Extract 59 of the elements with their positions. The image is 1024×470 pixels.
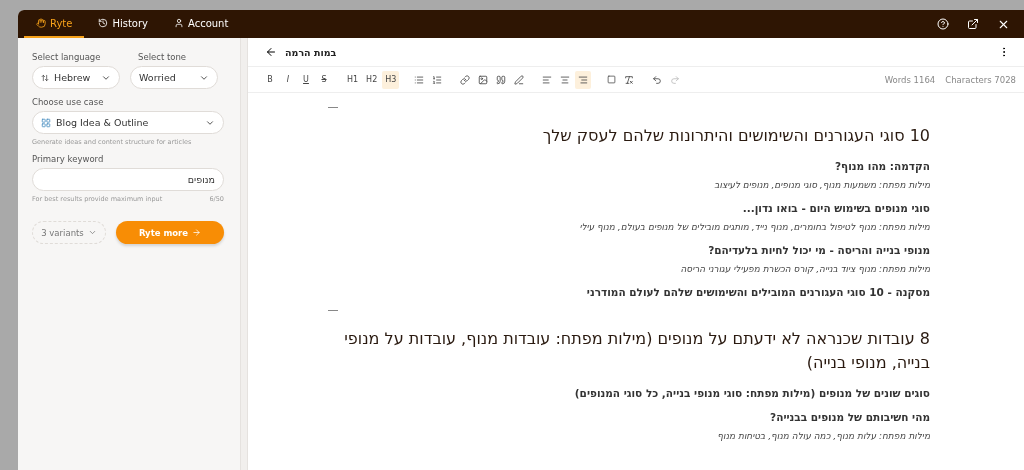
external-link-icon[interactable] — [967, 18, 979, 30]
scrollbar[interactable] — [240, 38, 248, 470]
heading-button[interactable]: H1 — [344, 70, 362, 89]
format-button[interactable]: U — [298, 70, 314, 89]
keywords-line: מילות מפתח: מנוף ציוד בנייה, קורס הכשרת מפעילי עגורני הריסה — [679, 264, 930, 274]
redo-icon — [670, 74, 681, 85]
subheading: מהי חשיבותם של מנופים בבנייה? — [769, 411, 930, 423]
arrow-right-icon — [192, 228, 202, 237]
subheading: סוגי מנופים בשימוש היום - בואו נדון... — [741, 202, 930, 214]
align-button[interactable] — [575, 70, 592, 89]
keywords-line: מילות מפתח: עלות מנוף, כמה עולה מנוף, בטיחות מנוף — [716, 431, 930, 441]
align-center-icon — [560, 74, 571, 85]
back-arrow-icon[interactable] — [265, 46, 277, 58]
subheading: מסקנה - 10 סוגי העגורנים המובילים והשימושים שלהם לעולם המודרני — [585, 286, 930, 298]
keyword-input[interactable]: מנופים — [32, 168, 224, 191]
use-case-select[interactable]: Blog Idea & Outline — [32, 111, 224, 134]
grid-icon — [41, 117, 51, 128]
image-icon — [478, 74, 489, 85]
quote-icon — [496, 74, 507, 85]
format-button[interactable]: B — [262, 70, 278, 89]
section-divider — [328, 107, 338, 108]
field-label: Select tone — [138, 52, 187, 62]
undo-icon — [652, 74, 663, 85]
user-icon — [174, 18, 184, 28]
keywords-line: מילות מפתח: משמעות מנוף, סוגי מנופים, מנופים לעיצוב — [713, 180, 930, 190]
align-right-icon — [578, 74, 589, 85]
character-count: Characters 7028 — [945, 74, 1016, 85]
section-heading: 8 עובדות שכנראה לא ידעתם על מנופים (מילות מפתח: עובדות מנוף, עובדות על מנופי בנייה, מנופי בנייה) — [343, 328, 930, 374]
link-icon — [460, 74, 471, 85]
square-icon — [606, 75, 616, 84]
subheading: סוגים שונים של מנופים (מילות מפתח: סוגי מנופי בנייה, כל סוגי המנופים) — [573, 387, 930, 399]
nav-tab[interactable]: History — [86, 10, 160, 38]
keywords-line: מילות מפתח: מנוף לטיפול בחומרים, מנוף נייד, מותגים מובילים של מנופים בעולם, מנוף עילי — [578, 222, 930, 232]
field-label: Select language — [32, 52, 102, 62]
subheading: מנופי בנייה והריסה - מי יכול לחיות בלעדיהם? — [707, 244, 930, 256]
field-label: Choose use case — [32, 97, 105, 107]
format-button[interactable]: I — [280, 70, 296, 89]
help-icon[interactable] — [937, 18, 949, 30]
chevron-down-icon — [87, 228, 97, 237]
hand-icon — [36, 18, 46, 28]
heading-button[interactable]: H3 — [382, 70, 400, 89]
word-count: Words 1164 — [884, 74, 936, 85]
clock-icon — [98, 18, 109, 28]
section-divider — [328, 310, 338, 311]
align-left-icon — [542, 74, 553, 85]
tone-select[interactable]: Worried — [130, 66, 218, 89]
sort-arrows-icon — [41, 73, 49, 82]
subheading: הקדמה: מהו מנוף? — [834, 160, 930, 172]
format-button[interactable]: S — [316, 70, 332, 89]
pen-icon — [514, 74, 525, 85]
bullet-list-icon — [414, 74, 425, 85]
numbered-list-icon — [432, 74, 443, 85]
section-heading: 10 סוגי העגורנים והשימושים והיתרונות שלהם לעסק שלך — [541, 125, 930, 147]
heading-button[interactable]: H2 — [363, 70, 381, 89]
language-select[interactable]: Hebrew — [32, 66, 120, 89]
clear-format-icon — [624, 74, 635, 85]
field-label: Primary keyword — [32, 154, 105, 164]
nav-tab[interactable]: Account — [162, 10, 241, 38]
document-title: במות הרמה — [285, 46, 337, 58]
